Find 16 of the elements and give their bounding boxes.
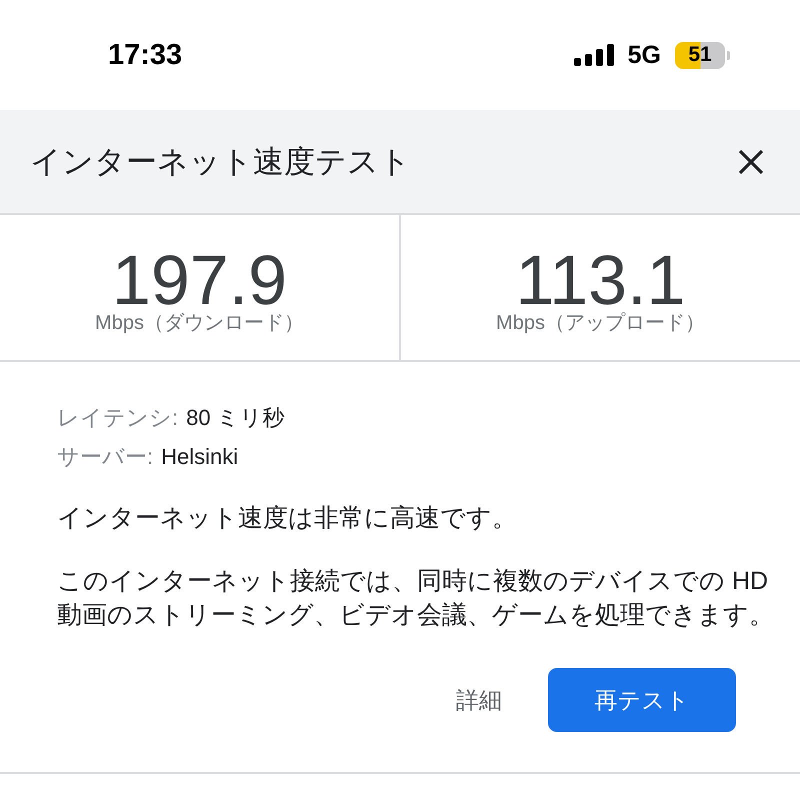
clock-time: 17:33 (108, 38, 182, 72)
detail-label: レイテンシ: (57, 404, 178, 432)
dialog-title: インターネット速度テスト (30, 142, 411, 180)
close-button[interactable] (738, 148, 764, 174)
signal-bars-icon (574, 44, 614, 66)
speed-description: このインターネット接続では、同時に複数のデバイスでの HD 動画のストリーミング、ビデオ会議、ゲームを処理できます。 (57, 566, 775, 631)
speed-unit: Mbps（ダウンロード） (95, 311, 304, 335)
speed-unit: Mbps（アップロード） (496, 311, 705, 335)
speed-summary: インターネット速度は非常に高速です。 (57, 503, 517, 534)
details-button[interactable]: 詳細 (446, 674, 512, 726)
network-type: 5G (628, 40, 661, 70)
close-icon (738, 148, 764, 174)
detail-value: Helsinki (161, 443, 238, 471)
detail-label: サーバー: (57, 443, 154, 471)
detail-value: 80 ミリ秒 (186, 404, 285, 432)
retest-button[interactable]: 再テスト (548, 668, 736, 732)
